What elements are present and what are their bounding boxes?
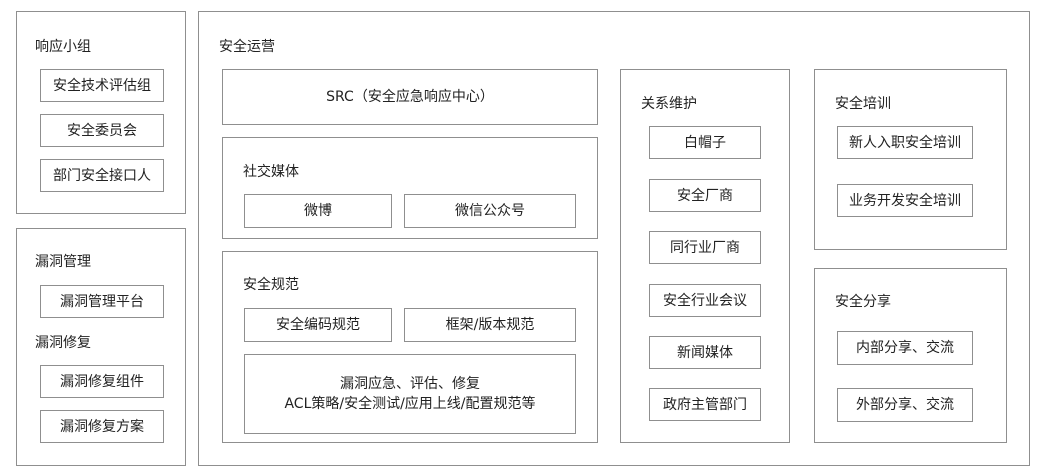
response-team-item: 部门安全接口人 — [40, 159, 164, 192]
relations-item: 白帽子 — [649, 126, 761, 159]
vulnerability-panel: 漏洞管理 漏洞管理平台 漏洞修复 漏洞修复组件 漏洞修复方案 — [16, 228, 186, 466]
standards-detail-box: 漏洞应急、评估、修复 ACL策略/安全测试/应用上线/配置规范等 — [244, 354, 576, 434]
operations-title: 安全运营 — [219, 39, 275, 55]
response-team-title: 响应小组 — [35, 39, 91, 55]
relations-item: 同行业厂商 — [649, 231, 761, 264]
security-standards-title: 安全规范 — [243, 277, 299, 293]
sharing-panel: 安全分享 内部分享、交流 外部分享、交流 — [814, 268, 1007, 443]
relations-item: 新闻媒体 — [649, 336, 761, 369]
social-media-title: 社交媒体 — [243, 164, 299, 180]
src-box: SRC（安全应急响应中心） — [222, 69, 598, 125]
vuln-fix-item: 漏洞修复组件 — [40, 365, 164, 398]
social-media-item: 微信公众号 — [404, 194, 576, 228]
relations-item: 政府主管部门 — [649, 388, 761, 421]
relations-item: 安全厂商 — [649, 179, 761, 212]
vuln-mgmt-platform: 漏洞管理平台 — [40, 285, 164, 318]
social-media-item: 微博 — [244, 194, 392, 228]
standards-item: 安全编码规范 — [244, 308, 392, 342]
social-media-panel: 社交媒体 微博 微信公众号 — [222, 137, 598, 239]
response-team-panel: 响应小组 安全技术评估组 安全委员会 部门安全接口人 — [16, 11, 186, 214]
security-standards-panel: 安全规范 安全编码规范 框架/版本规范 漏洞应急、评估、修复 ACL策略/安全测… — [222, 251, 598, 443]
training-item: 新人入职安全培训 — [837, 126, 973, 159]
response-team-item: 安全技术评估组 — [40, 69, 164, 102]
standards-detail-line1: 漏洞应急、评估、修复 — [340, 376, 480, 392]
vuln-fix-item: 漏洞修复方案 — [40, 410, 164, 443]
relations-panel: 关系维护 白帽子 安全厂商 同行业厂商 安全行业会议 新闻媒体 政府主管部门 — [620, 69, 790, 443]
training-title: 安全培训 — [835, 96, 891, 112]
standards-detail-line2: ACL策略/安全测试/应用上线/配置规范等 — [284, 396, 536, 412]
security-operations-panel: 安全运营 SRC（安全应急响应中心） 社交媒体 微博 微信公众号 安全规范 安全… — [198, 11, 1030, 466]
relations-title: 关系维护 — [641, 96, 697, 112]
sharing-title: 安全分享 — [835, 294, 891, 310]
response-team-item: 安全委员会 — [40, 114, 164, 147]
vuln-fix-title: 漏洞修复 — [35, 335, 91, 351]
training-panel: 安全培训 新人入职安全培训 业务开发安全培训 — [814, 69, 1007, 250]
standards-item: 框架/版本规范 — [404, 308, 576, 342]
sharing-item: 内部分享、交流 — [837, 331, 973, 365]
sharing-item: 外部分享、交流 — [837, 388, 973, 422]
training-item: 业务开发安全培训 — [837, 184, 973, 217]
relations-item: 安全行业会议 — [649, 284, 761, 317]
vuln-mgmt-title: 漏洞管理 — [35, 254, 91, 270]
